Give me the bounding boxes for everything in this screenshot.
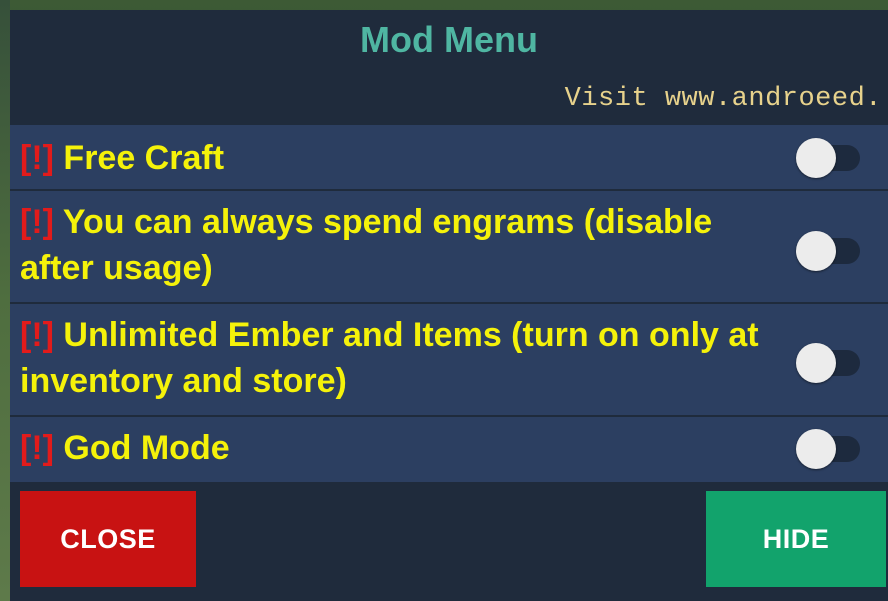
option-text: Free Craft <box>63 139 225 177</box>
option-row-unlimited-ember: [!] Unlimited Ember and Items (turn on o… <box>10 304 888 417</box>
option-text: You can always spend engrams (disable af… <box>20 203 713 287</box>
option-text: Unlimited Ember and Items (turn on only … <box>20 316 759 400</box>
option-label-spend-engrams: [!] You can always spend engrams (disabl… <box>20 199 790 291</box>
toggle-spend-engrams[interactable] <box>796 229 860 273</box>
menu-title: Mod Menu <box>360 19 538 60</box>
option-row-spend-engrams: [!] You can always spend engrams (disabl… <box>10 191 888 304</box>
warning-marker: [!] <box>20 203 54 241</box>
close-button[interactable]: CLOSE <box>20 491 196 587</box>
warning-marker: [!] <box>20 139 54 177</box>
option-text: God Mode <box>63 429 230 467</box>
option-list: [!] Free Craft [!] You can always spend … <box>10 125 888 482</box>
mod-menu-panel: Mod Menu Visit www.androeed. [!] Free Cr… <box>10 10 888 601</box>
game-background <box>0 0 10 601</box>
toggle-thumb <box>796 343 836 383</box>
toggle-unlimited-ember[interactable] <box>796 341 860 385</box>
toggle-free-craft[interactable] <box>796 136 860 180</box>
warning-marker: [!] <box>20 429 54 467</box>
warning-marker: [!] <box>20 316 54 354</box>
option-row-free-craft: [!] Free Craft <box>10 125 888 191</box>
hide-button[interactable]: HIDE <box>706 491 886 587</box>
option-label-free-craft: [!] Free Craft <box>20 135 790 181</box>
option-label-god-mode: [!] God Mode <box>20 425 790 471</box>
menu-header: Mod Menu Visit www.androeed. <box>10 10 888 125</box>
toggle-thumb <box>796 231 836 271</box>
toggle-god-mode[interactable] <box>796 427 860 471</box>
toggle-thumb <box>796 138 836 178</box>
menu-subtitle: Visit www.androeed. <box>564 84 882 114</box>
toggle-thumb <box>796 429 836 469</box>
option-label-unlimited-ember: [!] Unlimited Ember and Items (turn on o… <box>20 312 790 404</box>
option-row-god-mode: [!] God Mode <box>10 417 888 482</box>
